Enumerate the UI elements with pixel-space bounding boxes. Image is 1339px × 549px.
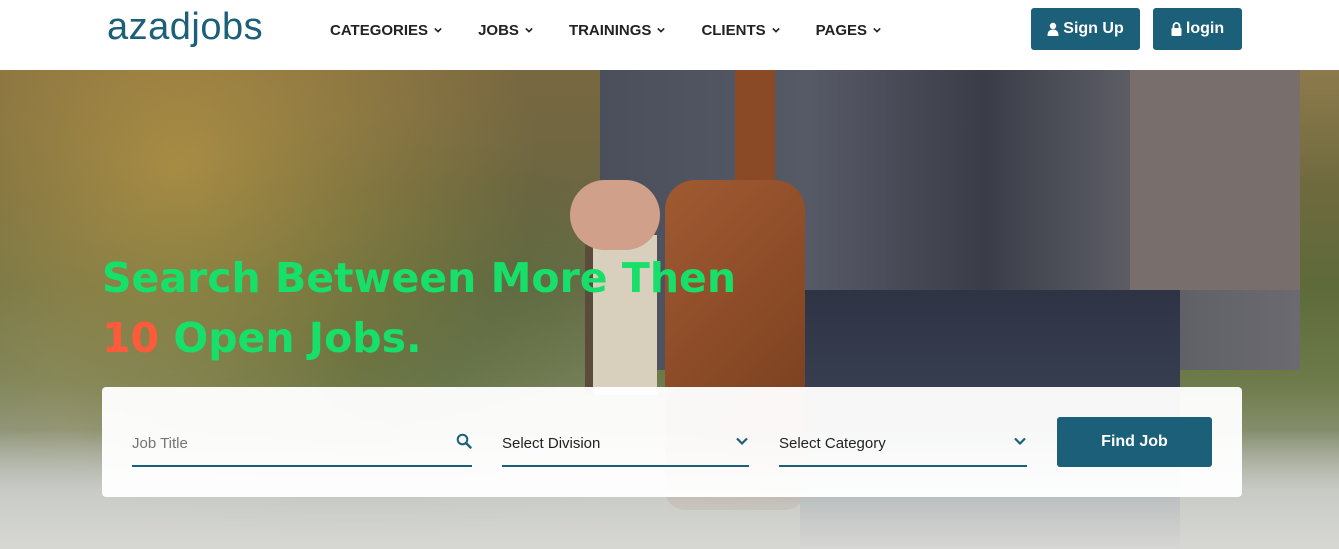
sign-up-button[interactable]: Sign Up: [1031, 8, 1140, 50]
site-logo[interactable]: azadjobs: [107, 6, 263, 49]
find-job-button[interactable]: Find Job: [1057, 417, 1212, 467]
nav-item-label: PAGES: [815, 21, 868, 39]
hero-headline: Search Between More Then 10 Open Jobs.: [102, 248, 736, 368]
job-title-input[interactable]: [132, 417, 456, 465]
lock-icon: [1171, 22, 1182, 36]
nav-item-pages[interactable]: PAGES: [816, 22, 881, 39]
nav-item-trainings[interactable]: TRAININGS: [569, 22, 666, 39]
login-button[interactable]: login: [1153, 8, 1242, 50]
sign-up-label: Sign Up: [1063, 20, 1124, 37]
nav-item-label: JOBS: [478, 21, 519, 39]
nav-item-clients[interactable]: CLIENTS: [701, 21, 780, 39]
job-search-form: Select Division Select Category Find Job: [102, 387, 1242, 497]
site-header: azadjobs CATEGORIES JOBS TRAININGS CLIEN…: [0, 0, 1339, 70]
nav-item-label: CLIENTS: [701, 21, 766, 39]
chevron-down-icon: [525, 27, 533, 33]
category-select[interactable]: Select Category: [779, 417, 1027, 467]
main-nav: CATEGORIES JOBS TRAININGS CLIENTS PAGES: [330, 0, 917, 60]
division-select-value: Select Division: [502, 434, 601, 452]
chevron-down-icon: [873, 27, 881, 33]
nav-item-categories[interactable]: CATEGORIES: [330, 22, 442, 39]
chevron-down-icon: [1014, 437, 1026, 446]
headline-line1: Search Between More Then: [102, 254, 737, 302]
nav-item-label: CATEGORIES: [330, 21, 429, 39]
nav-item-jobs[interactable]: JOBS: [478, 22, 533, 39]
chevron-down-icon: [434, 27, 442, 33]
hero-photo-hand: [570, 180, 660, 250]
user-icon: [1047, 22, 1059, 36]
headline-line2: Open Jobs.: [159, 314, 422, 362]
nav-item-label: TRAININGS: [568, 21, 652, 39]
logo-text: azadjobs: [107, 6, 264, 48]
find-job-label: Find Job: [1101, 433, 1168, 450]
search-icon: [456, 433, 472, 449]
hero-photo-sleeve: [1130, 70, 1300, 290]
hero-section: Search Between More Then 10 Open Jobs. S…: [0, 70, 1339, 549]
division-select[interactable]: Select Division: [502, 417, 749, 467]
job-title-field: [132, 417, 472, 467]
chevron-down-icon: [771, 27, 780, 33]
headline-count: 10: [102, 314, 160, 362]
chevron-down-icon: [657, 27, 666, 33]
login-label: login: [1185, 20, 1225, 37]
category-select-value: Select Category: [779, 434, 886, 452]
chevron-down-icon: [736, 437, 748, 446]
